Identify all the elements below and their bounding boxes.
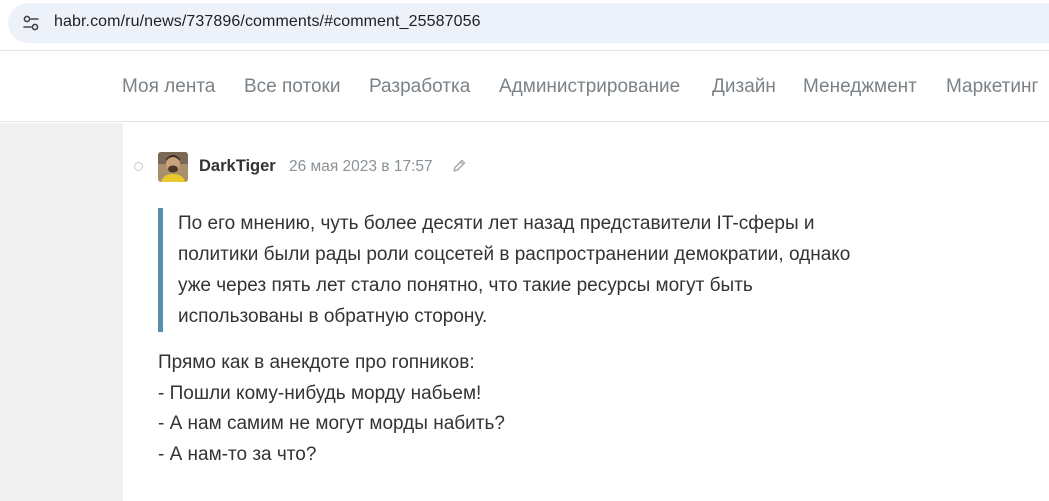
quote-line: уже через пять лет стало понятно, что та… [178, 275, 753, 296]
avatar[interactable] [158, 152, 188, 182]
comment-body-line: Прямо как в анекдоте про гопников: [158, 352, 475, 373]
nav-item-my-feed[interactable]: Моя лента [122, 76, 215, 98]
quote-line: По его мнению, чуть более десяти лет наз… [178, 213, 815, 234]
browser-address-bar: habr.com/ru/news/737896/comments/#commen… [0, 0, 1049, 51]
comment-body: Прямо как в анекдоте про гопников: - Пош… [158, 348, 1018, 470]
comment-timestamp[interactable]: 26 мая 2023 в 17:57 [289, 158, 433, 176]
nav-item-management[interactable]: Менеджмент [803, 76, 917, 98]
pencil-icon [453, 159, 466, 172]
url-text[interactable]: habr.com/ru/news/737896/comments/#commen… [54, 13, 481, 31]
user-avatar-image [158, 152, 188, 182]
nav-item-design[interactable]: Дизайн [712, 76, 776, 98]
comment-body-line: - Пошли кому-нибудь морду набьем! [158, 382, 482, 404]
nav-item-administration[interactable]: Администрирование [499, 76, 680, 98]
top-navigation: Моя лента Все потоки Разработка Админист… [0, 52, 1049, 122]
quote-line: использованы в обратную сторону. [178, 306, 488, 327]
thread-line-dot[interactable] [134, 162, 143, 171]
comment-body-line: - А нам самим не могут морды набить? [158, 413, 505, 434]
nav-item-development[interactable]: Разработка [369, 76, 470, 98]
comment-body-line: - А нам-то за что? [158, 443, 317, 465]
site-info-tune-icon[interactable] [21, 13, 41, 33]
quote-line: политики были рады роли соцсетей в распр… [178, 244, 851, 265]
page-left-gutter [0, 123, 123, 501]
nav-item-marketing[interactable]: Маркетинг [946, 76, 1038, 98]
nav-item-all-streams[interactable]: Все потоки [244, 76, 340, 98]
comment-quote: По его мнению, чуть более десяти лет наз… [158, 208, 958, 332]
comment-author[interactable]: DarkTiger [199, 157, 276, 176]
url-field[interactable]: habr.com/ru/news/737896/comments/#commen… [8, 3, 1049, 43]
